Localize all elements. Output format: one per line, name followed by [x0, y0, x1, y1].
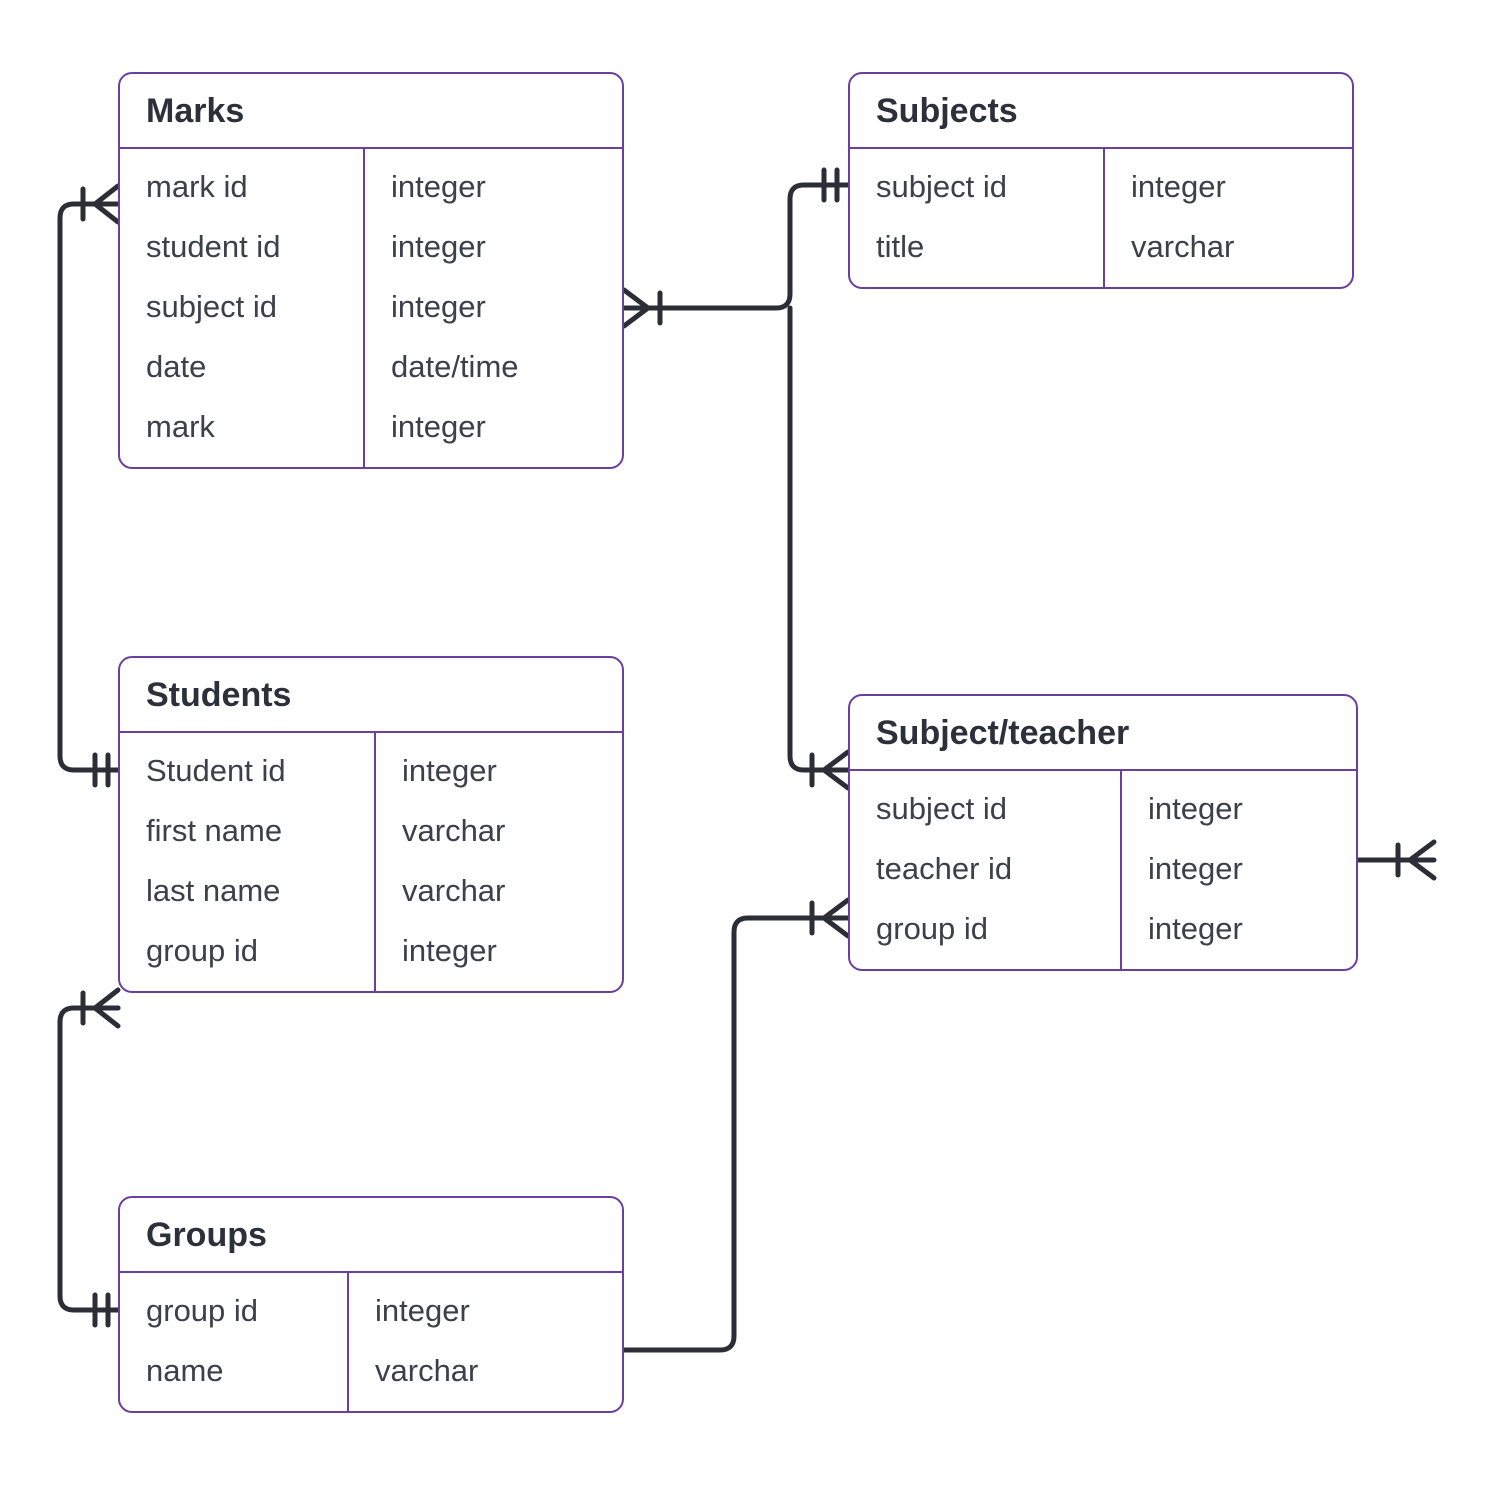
- field-type: date/time: [365, 337, 622, 397]
- field-type: integer: [1122, 899, 1356, 969]
- field-type: integer: [349, 1273, 622, 1341]
- entity-title: Subject/teacher: [850, 696, 1356, 771]
- field-name: last name: [120, 861, 374, 921]
- field-name: subject id: [850, 771, 1120, 839]
- field-name: subject id: [850, 149, 1103, 217]
- field-name: date: [120, 337, 363, 397]
- field-name: Student id: [120, 733, 374, 801]
- field-name: mark: [120, 397, 363, 467]
- entity-title: Marks: [120, 74, 622, 149]
- entity-title: Students: [120, 658, 622, 733]
- field-name: student id: [120, 217, 363, 277]
- entity-students: Students Student id first name last name…: [118, 656, 624, 993]
- field-type: varchar: [349, 1341, 622, 1411]
- field-type: integer: [376, 733, 622, 801]
- field-name: name: [120, 1341, 347, 1411]
- field-type: integer: [1122, 771, 1356, 839]
- field-type: integer: [376, 921, 622, 991]
- entity-title: Subjects: [850, 74, 1352, 149]
- field-type: varchar: [376, 801, 622, 861]
- entity-title: Groups: [120, 1198, 622, 1273]
- entity-subject-teacher: Subject/teacher subject id teacher id gr…: [848, 694, 1358, 971]
- field-name: group id: [850, 899, 1120, 969]
- field-type: varchar: [376, 861, 622, 921]
- entity-marks: Marks mark id student id subject id date…: [118, 72, 624, 469]
- field-type: integer: [1122, 839, 1356, 899]
- field-name: group id: [120, 1273, 347, 1341]
- field-type: integer: [1105, 149, 1352, 217]
- field-name: group id: [120, 921, 374, 991]
- field-type: integer: [365, 277, 622, 337]
- field-name: teacher id: [850, 839, 1120, 899]
- field-type: varchar: [1105, 217, 1352, 287]
- field-type: integer: [365, 217, 622, 277]
- field-name: subject id: [120, 277, 363, 337]
- field-name: first name: [120, 801, 374, 861]
- field-name: mark id: [120, 149, 363, 217]
- field-name: title: [850, 217, 1103, 287]
- field-type: integer: [365, 397, 622, 467]
- entity-subjects: Subjects subject id title integer varcha…: [848, 72, 1354, 289]
- entity-groups: Groups group id name integer varchar: [118, 1196, 624, 1413]
- field-type: integer: [365, 149, 622, 217]
